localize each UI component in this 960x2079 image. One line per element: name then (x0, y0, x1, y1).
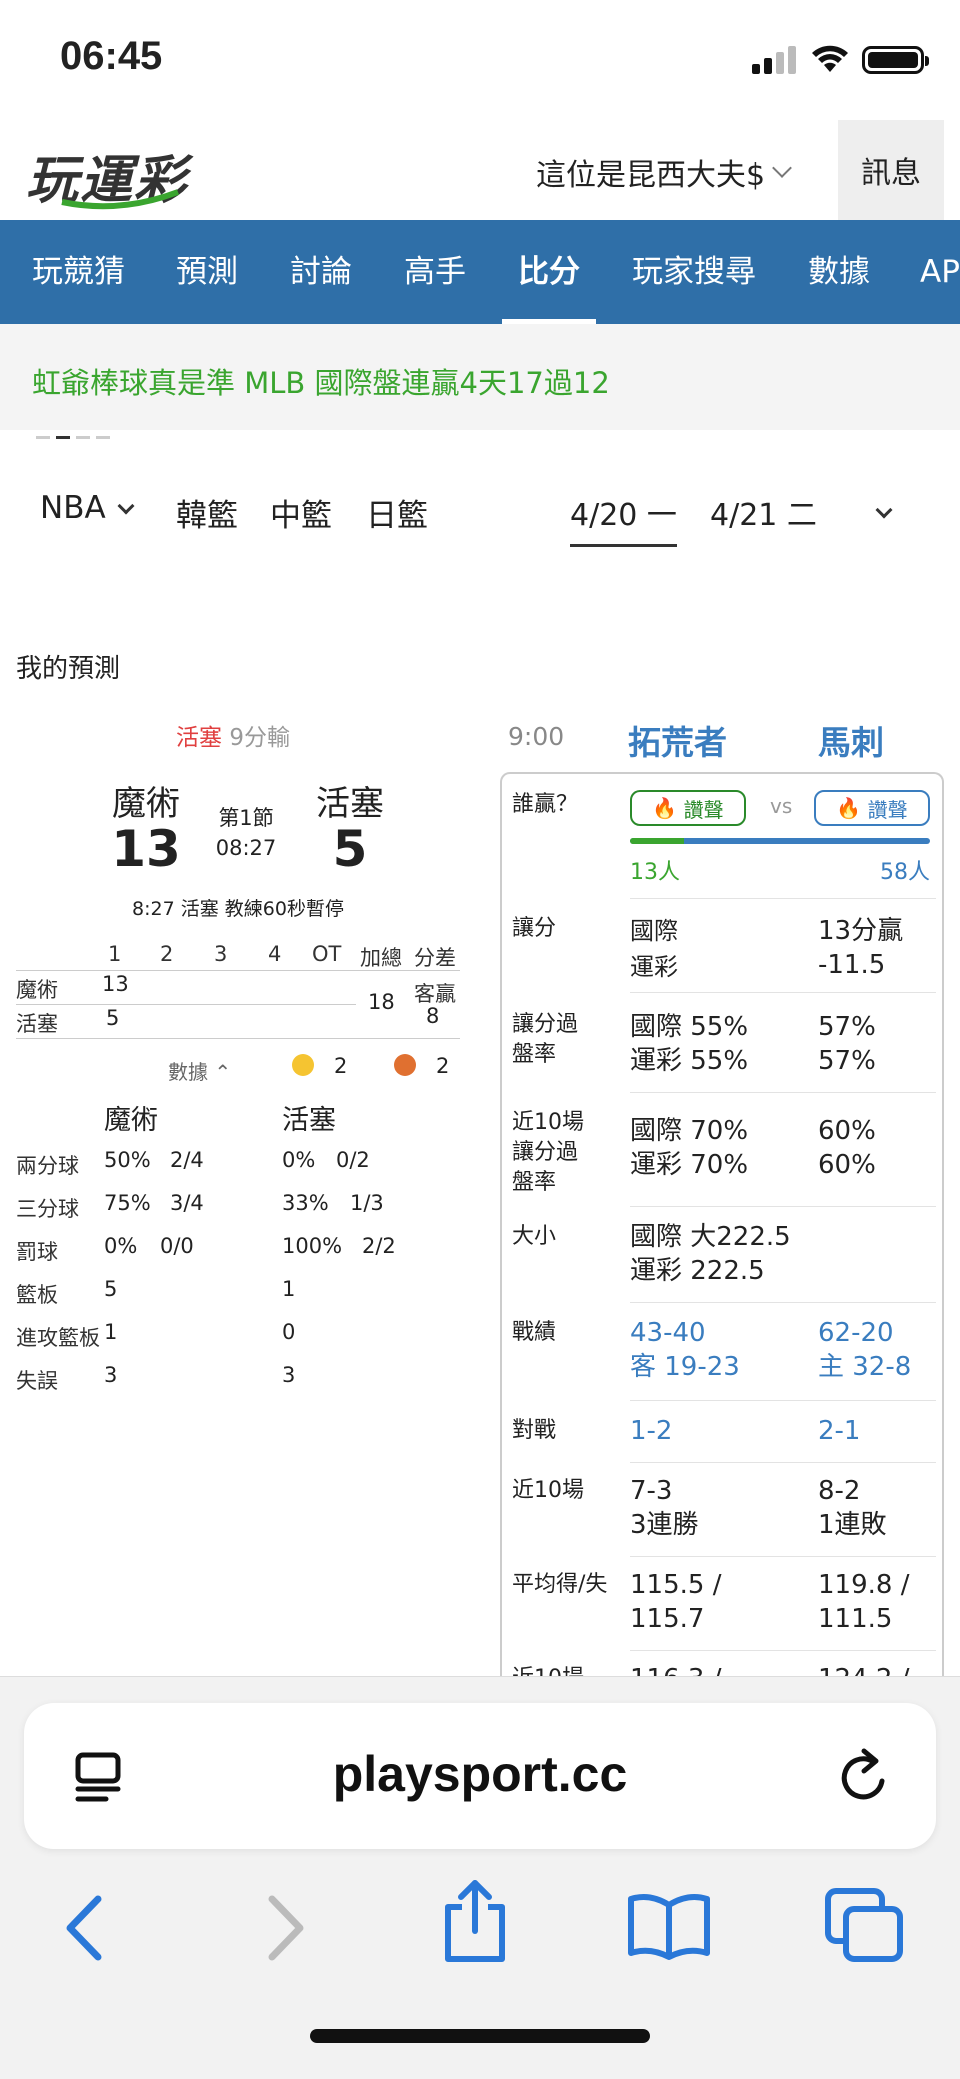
next-game-header: 9:00 拓荒者 馬刺 (500, 712, 940, 772)
angry-face-icon (394, 1054, 416, 1076)
nav-item-guess[interactable]: 玩競猜 (32, 220, 125, 324)
row-away-q1: 5 (106, 1006, 120, 1030)
reload-icon[interactable] (834, 1747, 894, 1807)
fire-icon: 🔥 (652, 796, 678, 820)
cover-rate-label: 讓分過盤率 (512, 1012, 579, 1067)
tabs-icon[interactable] (824, 1887, 904, 1963)
league-selector: NBA 韓籃 中籃 日籃 4/20 一 4/21 二 (0, 480, 960, 560)
row-team-home: 魔術 (16, 978, 58, 1002)
col-header-1: 1 (108, 942, 122, 966)
next-game-card: 誰贏？ 🔥 讚聲 vs 🔥 讚聲 13人 58人 讓分 國際 運彩 13分贏 -… (500, 772, 944, 1692)
nav-item-experts[interactable]: 高手 (404, 220, 466, 324)
banner-pagination (36, 424, 116, 443)
nav-item-player-search[interactable]: 玩家搜尋 (632, 220, 756, 324)
who-wins-label: 誰贏？ (512, 792, 579, 817)
money-face-icon (292, 1054, 314, 1076)
spread-label: 讓分 (512, 916, 557, 941)
main-nav: 玩競猜 預測 討論 高手 比分 玩家搜尋 數據 AP (0, 220, 960, 324)
my-predictions-heading: 我的預測 (16, 654, 121, 684)
cheer-button-team1[interactable]: 🔥 讚聲 (630, 790, 746, 826)
angry-face-reaction[interactable]: 2 (394, 1054, 449, 1078)
fire-icon: 🔥 (836, 796, 862, 820)
row-team-away: 活塞 (16, 1012, 58, 1036)
money-face-reaction[interactable]: 2 (292, 1054, 347, 1078)
league-tab-china[interactable]: 中籃 (270, 490, 332, 535)
user-menu[interactable]: 這位是昆西大夫$ (536, 150, 792, 194)
bookmarks-icon[interactable] (626, 1891, 712, 1961)
stats-away-team: 活塞 (282, 1105, 336, 1136)
total-score: 18 (368, 990, 395, 1014)
status-bar: 06:45 (0, 0, 960, 120)
over-under-label: 大小 (512, 1224, 557, 1249)
cheer-button-team2[interactable]: 🔥 讚聲 (814, 790, 930, 826)
back-icon[interactable] (60, 1893, 108, 1963)
last10-cover-label: 近10場讓分過盤率 (512, 1110, 584, 1195)
diff-value: 8 (426, 1004, 440, 1028)
banner-text: 虹爺棒球真是準 MLB 國際盤連贏4天17過12 (32, 366, 610, 400)
cellular-signal-icon (752, 46, 798, 74)
nav-item-forum[interactable]: 討論 (290, 220, 352, 324)
vote-bar (630, 838, 930, 844)
last-event: 8:27 活塞 教練60秒暫停 (132, 898, 344, 920)
record-label: 戰績 (512, 1320, 557, 1345)
date-tab-0420[interactable]: 4/20 一 (570, 490, 677, 547)
avg-points-label: 平均得/失 (512, 1572, 608, 1597)
chevron-down-icon (117, 497, 135, 515)
clock: 06:45 (60, 34, 163, 78)
forward-icon[interactable] (262, 1893, 310, 1963)
share-icon[interactable] (440, 1875, 510, 1965)
prediction-result: 活塞 9分輸 (176, 725, 290, 751)
last10-label: 近10場 (512, 1478, 584, 1503)
col-header-ot: OT (312, 942, 342, 966)
date-tab-0421[interactable]: 4/21 二 (710, 490, 817, 544)
vote-count-team2: 58人 (880, 860, 930, 885)
stats-toggle[interactable]: 數據 ⌃ (168, 1056, 231, 1085)
user-name: 這位是昆西大夫$ (536, 158, 766, 193)
chevron-up-icon: ⌃ (214, 1060, 232, 1084)
row-home-q1: 13 (102, 972, 129, 996)
league-tab-korea[interactable]: 韓籃 (176, 490, 238, 535)
league-tab-japan[interactable]: 日籃 (366, 490, 428, 535)
vs-label: vs (770, 794, 793, 818)
next-team2[interactable]: 馬刺 (818, 716, 884, 764)
col-header-2: 2 (160, 942, 174, 966)
chevron-down-icon (875, 501, 893, 519)
col-header-3: 3 (214, 942, 228, 966)
url-text: playsport.cc (332, 1746, 628, 1802)
col-header-4: 4 (268, 942, 282, 966)
col-header-total: 加總 (360, 946, 402, 970)
nav-item-app[interactable]: AP (920, 220, 960, 324)
away-score: 5 (332, 820, 368, 878)
stats-home-team: 魔術 (104, 1105, 158, 1136)
nav-item-predict[interactable]: 預測 (176, 220, 238, 324)
next-team1[interactable]: 拓荒者 (628, 716, 727, 764)
col-header-diff: 分差 (414, 946, 456, 970)
promo-banner[interactable]: 虹爺棒球真是準 MLB 國際盤連贏4天17過12 (0, 324, 960, 439)
nav-item-scores[interactable]: 比分 (502, 220, 596, 324)
vote-count-team1: 13人 (630, 860, 680, 885)
browser-toolbar: playsport.cc (0, 1676, 960, 2079)
home-indicator (310, 2029, 650, 2043)
wifi-icon (812, 45, 848, 72)
messages-button[interactable]: 訊息 (838, 120, 944, 220)
site-header: 玩運彩 這位是昆西大夫$ 訊息 (0, 120, 960, 220)
address-bar[interactable]: playsport.cc (24, 1703, 936, 1849)
chevron-down-icon (772, 158, 792, 178)
battery-icon (862, 46, 929, 74)
logo-swoosh-icon (61, 189, 180, 210)
league-dropdown[interactable]: NBA (40, 490, 135, 526)
date-dropdown[interactable] (864, 494, 893, 530)
nav-item-data[interactable]: 數據 (808, 220, 870, 324)
head-to-head-label: 對戰 (512, 1418, 557, 1443)
away-team-name: 活塞 (316, 784, 384, 824)
next-game-time: 9:00 (508, 722, 565, 751)
